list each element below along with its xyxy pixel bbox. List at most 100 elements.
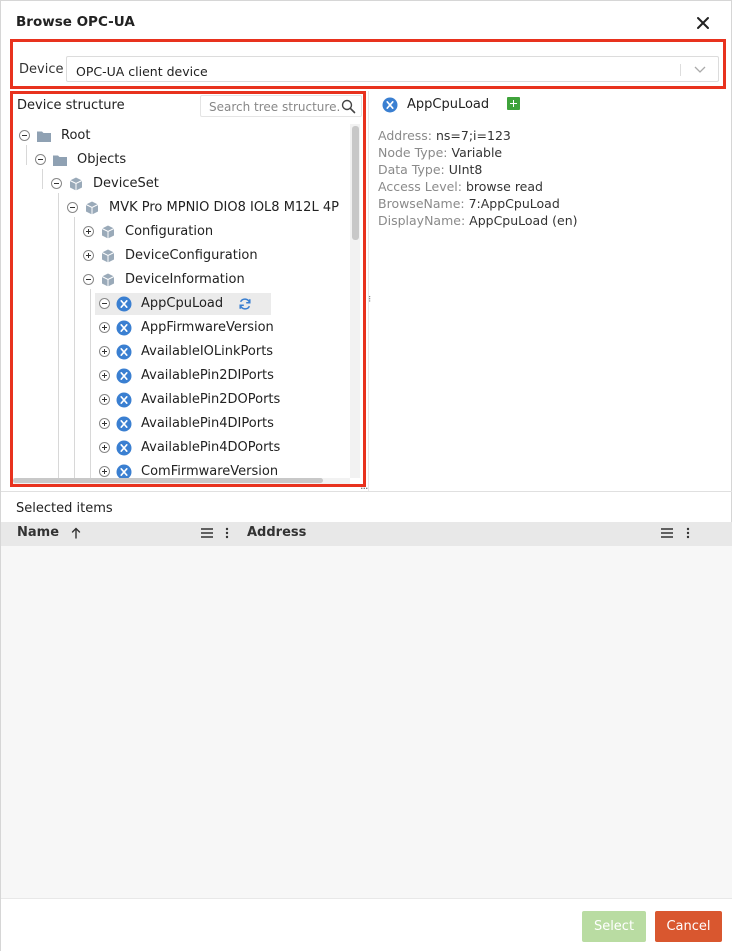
dialog-titlebar: Browse OPC-UA	[1, 1, 731, 39]
property-value: 7:AppCpuLoad	[468, 196, 560, 211]
collapse-icon[interactable]	[35, 154, 46, 165]
tree-search-box	[200, 95, 362, 117]
column-menu-icon[interactable]	[660, 527, 674, 539]
expand-icon[interactable]	[83, 250, 94, 261]
tree-node[interactable]: AvailableIOLinkPorts	[13, 341, 353, 363]
property-value: AppCpuLoad (en)	[469, 213, 578, 228]
expand-icon[interactable]	[99, 466, 110, 477]
horizontal-splitter-handle[interactable]: ···	[360, 482, 368, 495]
property-row: Data Type: UInt8	[378, 162, 482, 177]
expand-icon[interactable]	[99, 346, 110, 357]
column-options-icon[interactable]	[224, 526, 230, 540]
close-icon[interactable]	[694, 14, 712, 32]
vertical-splitter-handle[interactable]: ···	[363, 295, 374, 302]
top-area: Device structure Root Objects DeviceSet MVK…	[1, 91, 732, 491]
column-menu-icon[interactable]	[200, 527, 214, 539]
column-header-address[interactable]: Address	[247, 525, 306, 540]
cancel-button[interactable]: Cancel	[655, 911, 722, 942]
device-label: Device	[19, 62, 64, 77]
tree-node[interactable]: MVK Pro MPNIO DIO8 IOL8 M12L 4P	[13, 197, 353, 219]
tree-horizontal-scroll-thumb[interactable]	[13, 478, 323, 483]
sort-ascending-icon[interactable]	[69, 526, 83, 540]
expand-icon[interactable]	[99, 394, 110, 405]
tree-node[interactable]: AvailablePin4DIPorts	[13, 413, 353, 435]
node-details-panel: AppCpuLoad Address: ns=7;i=123 Node Type:…	[377, 91, 727, 241]
variable-icon	[382, 97, 398, 113]
property-key: Data Type:	[378, 162, 445, 177]
property-row: DisplayName: AppCpuLoad (en)	[378, 213, 578, 228]
property-value: ns=7;i=123	[435, 128, 511, 143]
cube-icon	[85, 201, 99, 215]
expand-icon[interactable]	[99, 370, 110, 381]
tree-node-label: MVK Pro MPNIO DIO8 IOL8 M12L 4P	[109, 200, 339, 215]
expand-icon[interactable]	[99, 442, 110, 453]
expand-icon[interactable]	[83, 226, 94, 237]
tree-node-label: AppCpuLoad	[141, 296, 224, 311]
tree-node-label: Root	[61, 128, 91, 143]
device-structure-panel: Device structure Root Objects DeviceSet MVK…	[10, 91, 366, 487]
property-row: Address: ns=7;i=123	[378, 128, 511, 143]
collapse-icon[interactable]	[99, 298, 110, 309]
tree-vertical-scrollbar[interactable]	[350, 124, 360, 478]
tree-node[interactable]: ComFirmwareVersion	[13, 461, 353, 478]
tree-node[interactable]: DeviceInformation	[13, 269, 353, 291]
expand-icon[interactable]	[99, 322, 110, 333]
variable-icon	[116, 392, 132, 408]
tree-node-label: DeviceInformation	[125, 272, 245, 287]
variable-icon	[116, 464, 132, 478]
tree-horizontal-scrollbar[interactable]	[13, 478, 350, 484]
tree-search-input[interactable]	[209, 98, 341, 115]
tree-vertical-scroll-thumb[interactable]	[352, 126, 359, 240]
add-icon[interactable]	[507, 97, 520, 110]
property-row: Node Type: Variable	[378, 145, 502, 160]
cube-icon	[69, 177, 83, 191]
tree-node[interactable]: DeviceSet	[13, 173, 353, 195]
variable-icon	[116, 440, 132, 456]
tree-node-label: DeviceSet	[93, 176, 159, 191]
search-icon[interactable]	[341, 99, 356, 114]
tree-node-label: Configuration	[125, 224, 214, 239]
collapse-icon[interactable]	[51, 178, 62, 189]
column-header-name[interactable]: Name	[17, 525, 59, 540]
dialog-title: Browse OPC-UA	[16, 14, 135, 30]
tree-node[interactable]: Root	[13, 125, 353, 147]
expand-icon[interactable]	[99, 418, 110, 429]
collapse-icon[interactable]	[83, 274, 94, 285]
variable-icon	[116, 320, 132, 336]
tree-node[interactable]: Objects	[13, 149, 353, 171]
tree-node-label: ComFirmwareVersion	[141, 464, 279, 478]
cube-icon	[101, 225, 115, 239]
tree-view[interactable]: Root Objects DeviceSet MVK Pro MPNIO DIO8 I…	[13, 124, 363, 478]
tree-node-label: AvailablePin4DOPorts	[141, 440, 281, 455]
cube-icon	[101, 249, 115, 263]
variable-icon	[116, 368, 132, 384]
device-select-value: OPC-UA client device	[76, 64, 208, 79]
tree-node[interactable]: AppFirmwareVersion	[13, 317, 353, 339]
device-select[interactable]: OPC-UA client device	[66, 56, 719, 82]
tree-heading: Device structure	[17, 98, 125, 113]
device-section: Device OPC-UA client device	[10, 39, 726, 89]
tree-node[interactable]: AvailablePin2DIPorts	[13, 365, 353, 387]
cube-icon	[101, 273, 115, 287]
select-button[interactable]: Select	[582, 911, 646, 942]
property-key: Access Level:	[378, 179, 462, 194]
property-key: BrowseName:	[378, 196, 465, 211]
chevron-down-icon[interactable]	[693, 64, 707, 76]
vertical-splitter[interactable]	[368, 91, 369, 491]
tree-node[interactable]: AppCpuLoad	[13, 293, 353, 315]
collapse-icon[interactable]	[67, 202, 78, 213]
dialog-footer: Select Cancel	[1, 898, 732, 951]
column-options-icon[interactable]	[685, 526, 691, 540]
property-value: UInt8	[448, 162, 483, 177]
tree-node-label: AvailableIOLinkPorts	[141, 344, 274, 359]
property-row: Access Level: browse read	[378, 179, 543, 194]
refresh-icon[interactable]	[238, 297, 252, 311]
tree-node[interactable]: AvailablePin4DOPorts	[13, 437, 353, 459]
tree-node[interactable]: Configuration	[13, 221, 353, 243]
collapse-icon[interactable]	[19, 130, 30, 141]
tree-node[interactable]: AvailablePin2DOPorts	[13, 389, 353, 411]
property-row: BrowseName: 7:AppCpuLoad	[378, 196, 560, 211]
tree-node[interactable]: DeviceConfiguration	[13, 245, 353, 267]
tree-node-label: AvailablePin4DIPorts	[141, 416, 274, 431]
selected-items-title: Selected items	[16, 501, 113, 516]
